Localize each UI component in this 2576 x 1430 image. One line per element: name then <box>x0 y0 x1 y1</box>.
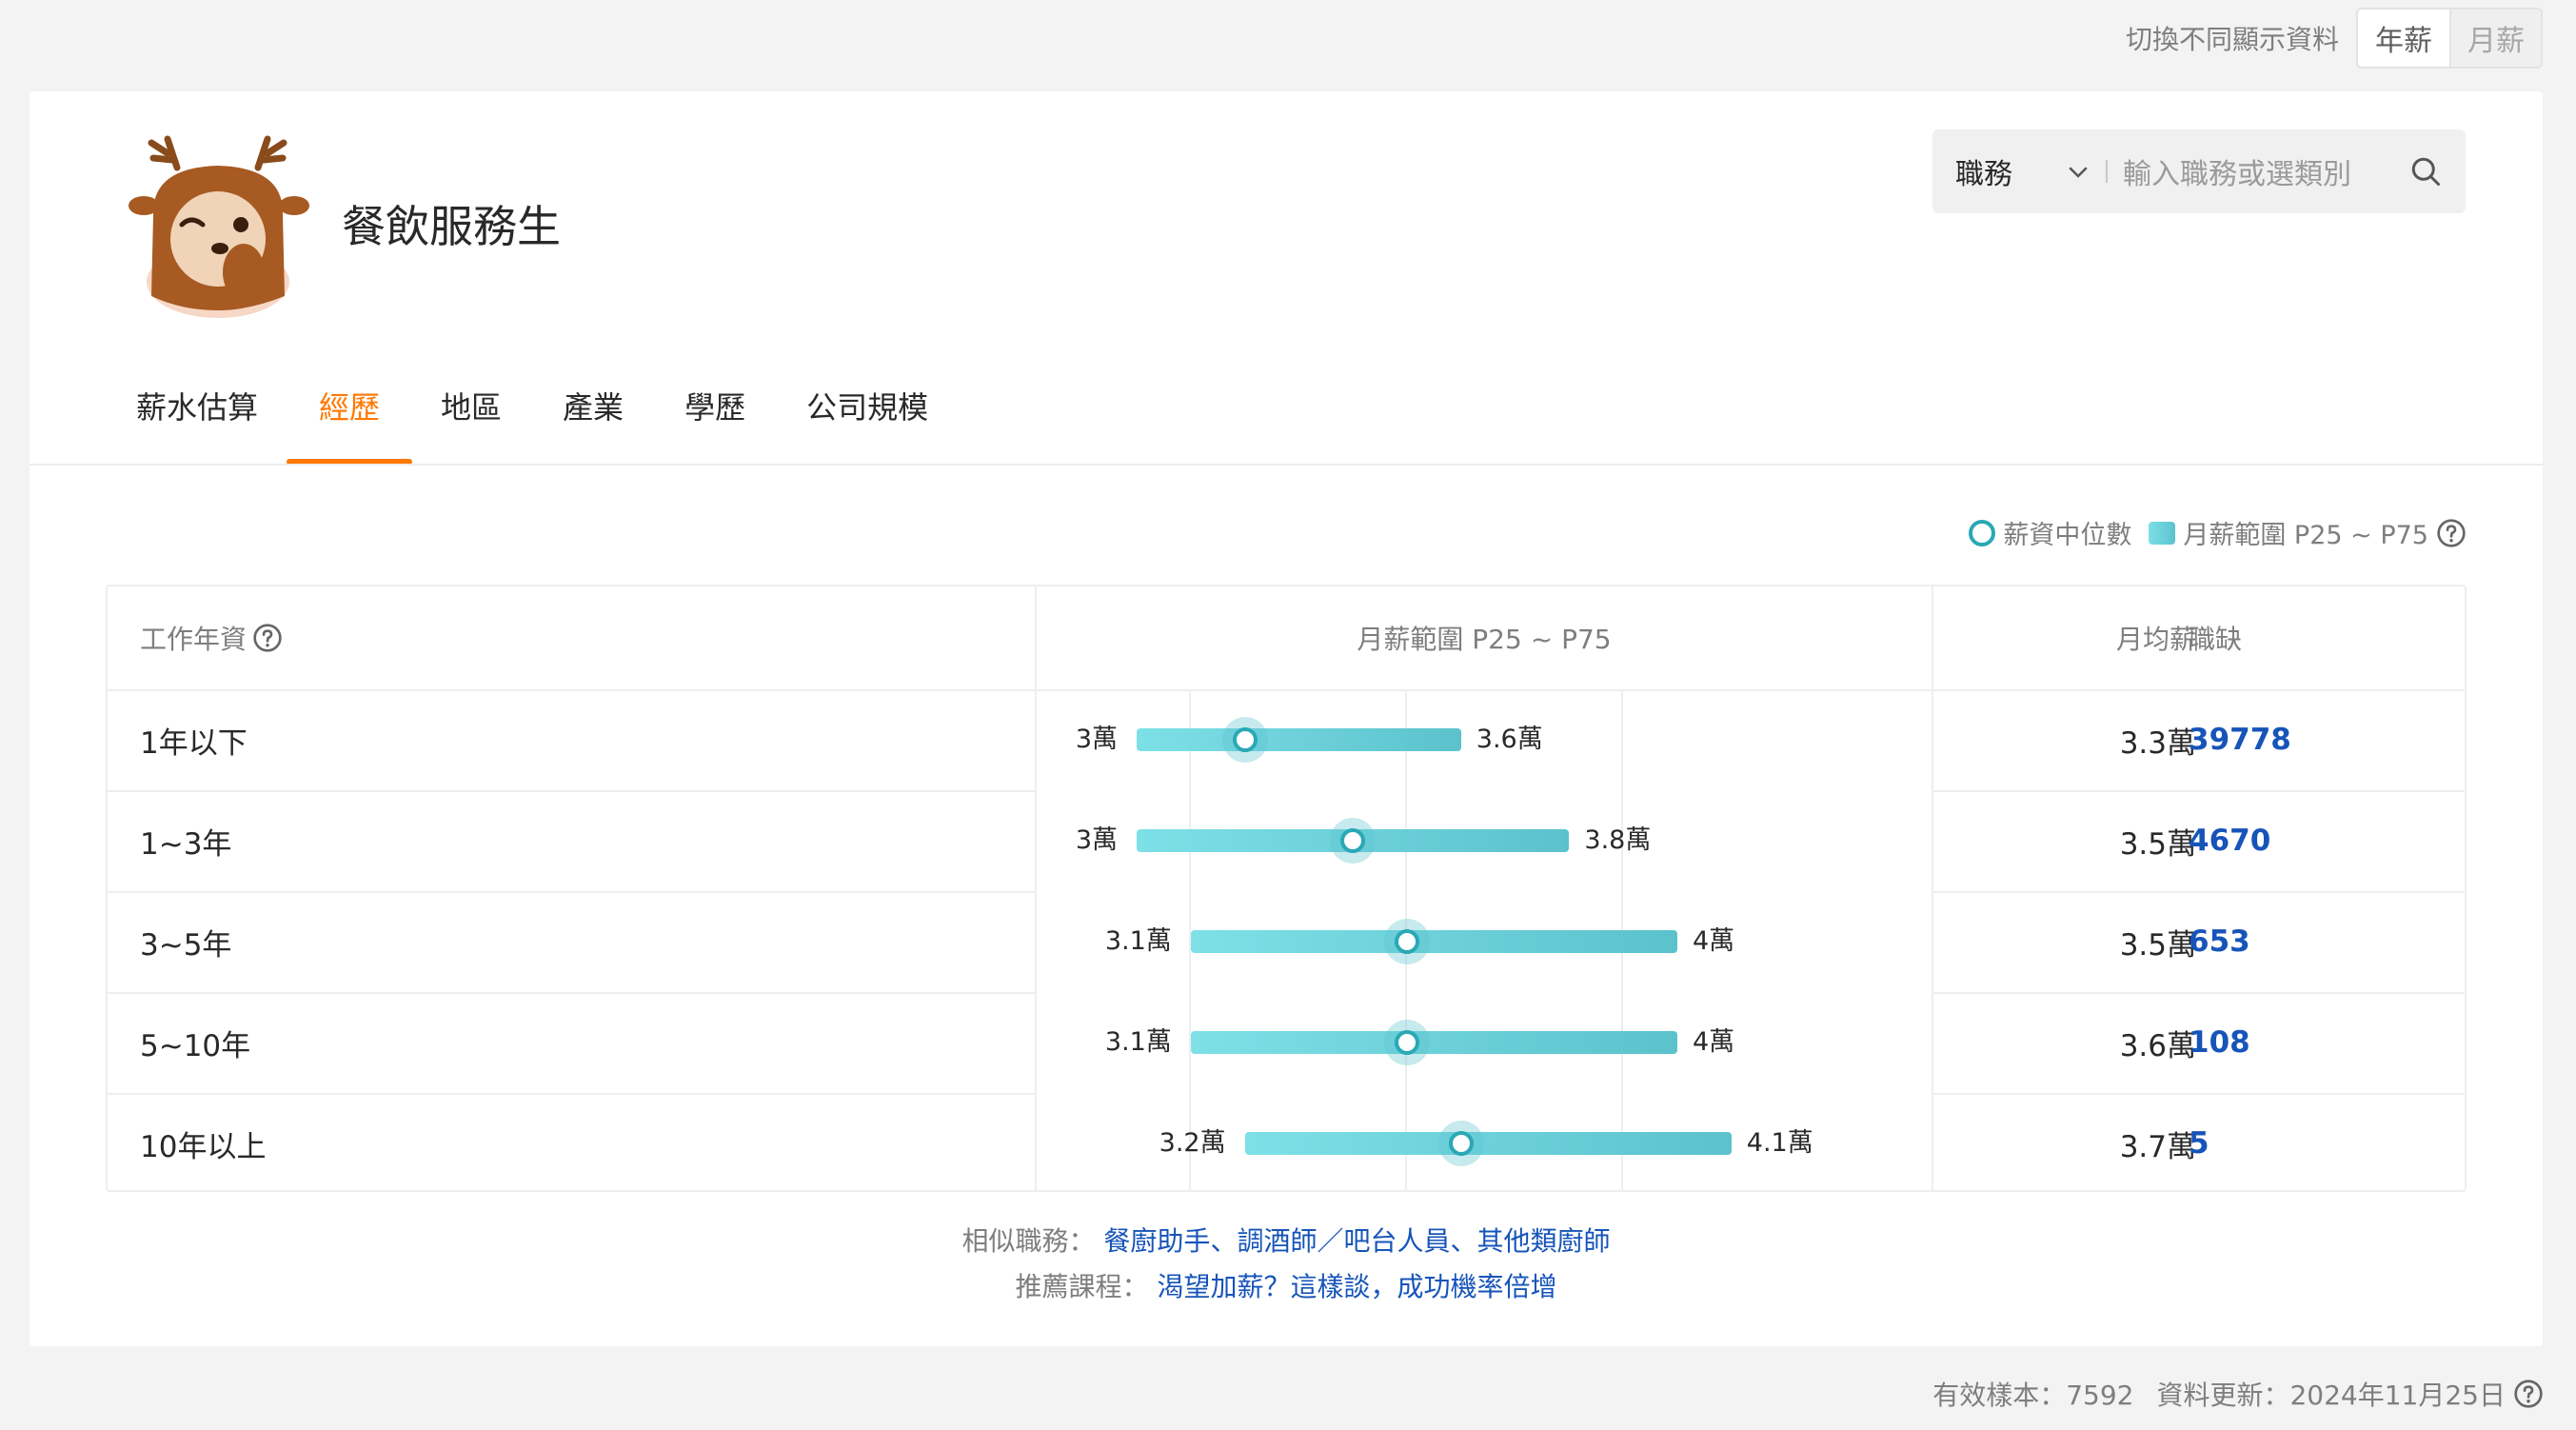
chart-legend: 薪資中位數 月薪範圍 P25 ~ P75 <box>1969 514 2467 551</box>
recommended-course-line: 推薦課程： 渴望加薪？這樣談，成功機率倍增 <box>30 1266 2543 1304</box>
tab-divider <box>30 464 2543 466</box>
p25-label: 3.1萬 <box>1104 926 1172 956</box>
median-legend-marker <box>1969 519 1996 546</box>
tab-company-size[interactable]: 公司規模 <box>806 377 928 465</box>
similar-job-link[interactable]: 調酒師／吧台人員 <box>1237 1225 1450 1257</box>
job-count-link[interactable]: 39778 <box>2189 689 2291 790</box>
link-separator: 、 <box>1450 1225 1477 1257</box>
tab-salary-estimate[interactable]: 薪水估算 <box>136 377 258 465</box>
experience-cell: 1年以下 <box>140 725 248 761</box>
job-count-link[interactable]: 108 <box>2189 992 2250 1093</box>
avg-salary-cell: 3.5萬 <box>2119 826 2196 862</box>
tab-region[interactable]: 地區 <box>441 377 502 465</box>
median-marker <box>1221 717 1268 763</box>
similar-job-link[interactable]: 餐廚助手 <box>1103 1225 1210 1257</box>
median-marker <box>1437 1121 1484 1166</box>
salary-type-toggle: 年薪 月薪 <box>2356 8 2543 69</box>
course-link[interactable]: 渴望加薪？這樣談，成功機率倍增 <box>1157 1271 1556 1302</box>
experience-header: 工作年資 <box>140 586 283 689</box>
median-marker <box>1384 919 1430 964</box>
similar-jobs-label: 相似職務： <box>961 1225 1096 1257</box>
tab-experience[interactable]: 經歷 <box>287 377 413 465</box>
page-title: 餐飲服務生 <box>342 201 561 252</box>
p75-label: 4萬 <box>1693 1027 1735 1057</box>
salary-range-bar <box>1244 1132 1732 1155</box>
p25-label: 3.2萬 <box>1159 1128 1226 1158</box>
avg-salary-cell: 3.5萬 <box>2119 927 2196 963</box>
avg-salary-cell: 3.7萬 <box>2119 1129 2196 1164</box>
avg-header: 月均薪 <box>2115 624 2196 655</box>
p25-label: 3萬 <box>1075 725 1118 754</box>
similar-job-link[interactable]: 其他類廚師 <box>1476 1225 1610 1257</box>
update-date: 資料更新：2024年11月25日 <box>2156 1380 2506 1411</box>
link-separator: 、 <box>1210 1225 1238 1257</box>
experience-cell: 3~5年 <box>140 927 232 963</box>
search-separator <box>2106 160 2108 183</box>
salary-range-bar <box>1137 728 1461 751</box>
experience-salary-table: 工作年資 月薪範圍 P25 ~ P75 月均薪 職缺 3萬 3.6萬 3萬 3.8萬 3… <box>106 585 2467 1192</box>
experience-header-label: 工作年資 <box>140 624 248 655</box>
row-divider <box>1037 689 1932 691</box>
deer-mascot-avatar <box>129 135 309 318</box>
median-marker <box>1384 1020 1430 1065</box>
display-toggle-bar: 切換不同顯示資料 年薪 月薪 <box>2126 8 2543 69</box>
salary-range-bar <box>1190 1031 1677 1054</box>
toggle-label: 切換不同顯示資料 <box>2125 24 2339 55</box>
sample-count: 有效樣本：7592 <box>1932 1380 2134 1411</box>
range-legend-label: 月薪範圍 P25 ~ P75 <box>2183 521 2428 550</box>
p75-label: 4萬 <box>1693 926 1735 956</box>
search-icon[interactable] <box>2408 154 2443 189</box>
job-count-link[interactable]: 653 <box>2189 891 2250 992</box>
job-count-link[interactable]: 4670 <box>2189 790 2270 891</box>
help-icon[interactable] <box>252 623 283 653</box>
p25-label: 3.1萬 <box>1104 1027 1172 1057</box>
data-info-bar: 有效樣本：7592 資料更新：2024年11月25日 <box>1910 1375 2544 1413</box>
column-divider <box>1932 586 1933 1190</box>
range-legend-marker <box>2149 521 2176 545</box>
similar-jobs-line: 相似職務： 餐廚助手、調酒師／吧台人員、其他類廚師 <box>30 1221 2543 1259</box>
tab-industry[interactable]: 產業 <box>563 377 624 465</box>
search-input[interactable]: 輸入職務或選類別 <box>2123 150 2408 192</box>
chevron-down-icon[interactable] <box>2064 157 2092 186</box>
salary-card: 餐飲服務生 職務 輸入職務或選類別 薪水估算 經歷 地區 產業 學歷 公司規模 … <box>30 91 2543 1346</box>
salary-range-bar <box>1190 930 1677 953</box>
experience-cell: 10年以上 <box>140 1129 267 1164</box>
jobs-header: 職缺 <box>2189 624 2243 655</box>
avg-salary-cell: 3.3萬 <box>2119 725 2196 761</box>
annual-salary-option[interactable]: 年薪 <box>2358 10 2449 67</box>
job-count-link[interactable]: 5 <box>2189 1093 2209 1194</box>
experience-cell: 1~3年 <box>140 826 232 862</box>
row-divider <box>108 790 1035 792</box>
median-legend-label: 薪資中位數 <box>2003 521 2132 550</box>
p25-label: 3萬 <box>1075 825 1118 855</box>
row-divider <box>108 891 1035 893</box>
help-icon[interactable] <box>2513 1379 2544 1409</box>
job-search-box: 職務 輸入職務或選類別 <box>1932 129 2466 213</box>
avg-salary-cell: 3.6萬 <box>2119 1028 2196 1063</box>
help-icon[interactable] <box>2436 518 2467 548</box>
experience-cell: 5~10年 <box>140 1028 251 1063</box>
p75-label: 3.8萬 <box>1584 825 1652 855</box>
course-label: 推薦課程： <box>1015 1271 1149 1302</box>
range-header: 月薪範圍 P25 ~ P75 <box>1357 624 1612 655</box>
search-category-select[interactable]: 職務 <box>1955 150 2012 192</box>
p75-label: 3.6萬 <box>1476 725 1543 754</box>
tab-education[interactable]: 學歷 <box>684 377 745 465</box>
monthly-salary-option[interactable]: 月薪 <box>2449 10 2541 67</box>
analysis-tabs: 薪水估算 經歷 地區 產業 學歷 公司規模 <box>136 377 989 465</box>
p75-label: 4.1萬 <box>1746 1128 1813 1158</box>
median-marker <box>1330 818 1377 864</box>
